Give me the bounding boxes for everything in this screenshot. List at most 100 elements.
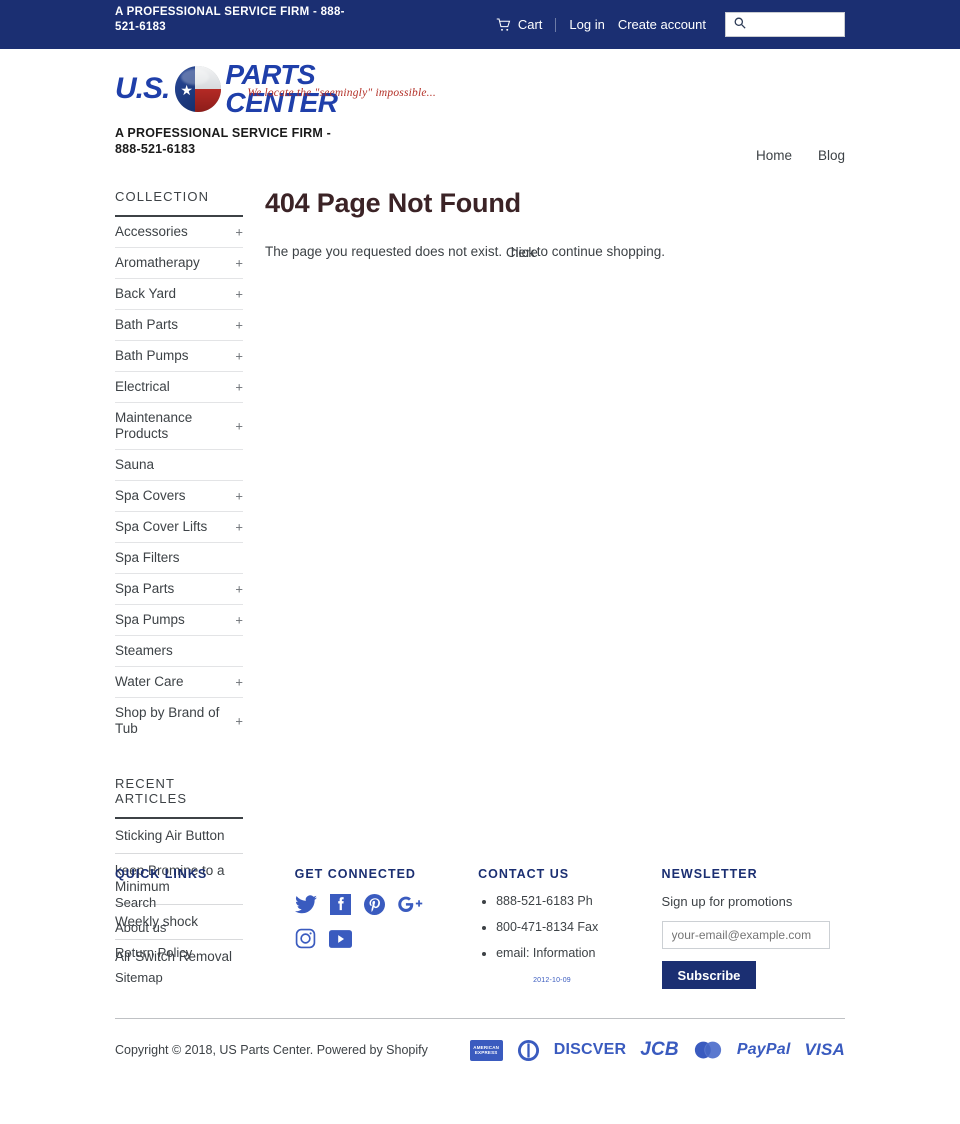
create-account-link[interactable]: Create account (618, 18, 706, 31)
main-content: 404 Page Not Found The page you requeste… (265, 188, 845, 261)
announcement-text: A PROFESSIONAL SERVICE FIRM - 888-521-61… (115, 6, 345, 33)
copyright-text: Copyright © 2018, US Parts Center. Power… (115, 1043, 428, 1057)
paypal-icon: PayPal (737, 1041, 791, 1059)
payment-icons-row: AMERICAN EXPRESS DISCVER JCB PayPal VISA (469, 1039, 845, 1062)
sidebar-item-back-yard[interactable]: Back Yard + (115, 279, 243, 310)
sidebar-link[interactable]: Bath Parts (115, 310, 243, 340)
quick-link-item[interactable]: Sitemap (115, 969, 295, 987)
sidebar-item-bath-parts[interactable]: Bath Parts + (115, 310, 243, 341)
instagram-icon[interactable] (295, 928, 316, 949)
page-body-text: The page you requested does not exist. C… (265, 243, 845, 261)
quick-link-sitemap[interactable]: Sitemap (115, 970, 163, 985)
site-header: U.S. PARTS CENTER We locate the "seeming… (115, 49, 845, 164)
youtube-icon[interactable] (328, 929, 352, 948)
texas-globe-icon (175, 66, 222, 112)
contact-fax: 800-471-8134 Fax (496, 920, 661, 935)
quick-links-title: Quick Links (115, 867, 208, 881)
quick-link-return-policy[interactable]: Return Policy (115, 945, 192, 960)
top-navigation: Cart Log in Create account (496, 0, 845, 49)
sidebar-link[interactable]: Spa Parts (115, 574, 243, 604)
newsletter-email-input[interactable] (661, 921, 830, 949)
amex-label: AMERICAN EXPRESS (473, 1045, 500, 1055)
sidebar-item-sauna[interactable]: Sauna (115, 450, 243, 481)
sidebar-link[interactable]: Steamers (115, 636, 243, 666)
login-link[interactable]: Log in (569, 18, 604, 31)
expand-plus-icon[interactable]: + (235, 381, 243, 394)
copyright-label: Copyright © 2018, US Parts Center. (115, 1043, 314, 1057)
logo-subtitle: A PROFESSIONAL SERVICE FIRM - 888-521-61… (115, 126, 332, 156)
expand-plus-icon[interactable]: + (235, 614, 243, 627)
sidebar-link[interactable]: Bath Pumps (115, 341, 243, 371)
sidebar-item-aromatherapy[interactable]: Aromatherapy + (115, 248, 243, 279)
sidebar-link[interactable]: Shop by Brand of Tub (115, 698, 243, 744)
error-link-group[interactable]: Clickherehere (506, 244, 538, 260)
sidebar-item-spa-parts[interactable]: Spa Parts + (115, 574, 243, 605)
jcb-label: JCB (640, 1039, 679, 1060)
powered-by-shopify-link[interactable]: Powered by Shopify (317, 1043, 428, 1057)
quick-link-item[interactable]: Search (115, 894, 295, 912)
sidebar-item-maintenance-products[interactable]: Maintenance Products + (115, 403, 243, 450)
sidebar-link[interactable]: Spa Pumps (115, 605, 243, 635)
sidebar-link[interactable]: Back Yard (115, 279, 243, 309)
sidebar-item-bath-pumps[interactable]: Bath Pumps + (115, 341, 243, 372)
expand-plus-icon[interactable]: + (235, 288, 243, 301)
mastercard-icon (693, 1040, 723, 1060)
sidebar-link[interactable]: Accessories (115, 217, 243, 247)
sidebar-item-electrical[interactable]: Electrical + (115, 372, 243, 403)
expand-plus-icon[interactable]: + (235, 521, 243, 534)
site-footer: Quick Links Search About us Return Polic… (115, 849, 845, 1081)
sidebar-item-steamers[interactable]: Steamers (115, 636, 243, 667)
expand-plus-icon[interactable]: + (235, 490, 243, 503)
sidebar-item-water-care[interactable]: Water Care + (115, 667, 243, 698)
diners-club-icon (517, 1039, 540, 1062)
sidebar-link[interactable]: Electrical (115, 372, 243, 402)
paypal-label: PayPal (736, 1041, 791, 1058)
newsletter-title: Newsletter (661, 867, 758, 881)
article-link[interactable]: Sticking Air Button (115, 819, 243, 853)
sidebar-link[interactable]: Sauna (115, 450, 243, 480)
sidebar-link[interactable]: Spa Covers (115, 481, 243, 511)
expand-plus-icon[interactable]: + (235, 319, 243, 332)
sidebar-item-spa-pumps[interactable]: Spa Pumps + (115, 605, 243, 636)
quick-link-search[interactable]: Search (115, 895, 156, 910)
logo-block[interactable]: U.S. PARTS CENTER We locate the "seeming… (115, 61, 436, 157)
quick-link-item[interactable]: Return Policy (115, 944, 295, 962)
search-input[interactable] (746, 14, 834, 35)
sidebar-item-spa-covers[interactable]: Spa Covers + (115, 481, 243, 512)
sidebar-item-spa-filters[interactable]: Spa Filters (115, 543, 243, 574)
contact-phone: 888-521-6183 Ph (496, 894, 661, 909)
sidebar-link[interactable]: Maintenance Products (115, 403, 243, 449)
googleplus-icon[interactable] (397, 895, 423, 914)
error-link-here[interactable]: here (511, 244, 538, 262)
twitter-icon[interactable] (294, 895, 317, 914)
pinterest-icon[interactable] (363, 894, 385, 915)
expand-plus-icon[interactable]: + (235, 715, 243, 728)
sidebar-link[interactable]: Spa Filters (115, 543, 243, 573)
quick-link-item[interactable]: About us (115, 919, 295, 937)
footer-quick-links: Quick Links Search About us Return Polic… (115, 867, 295, 994)
sidebar-link[interactable]: Water Care (115, 667, 243, 697)
sidebar-item-accessories[interactable]: Accessories + (115, 217, 243, 248)
sidebar-item-spa-cover-lifts[interactable]: Spa Cover Lifts + (115, 512, 243, 543)
expand-plus-icon[interactable]: + (235, 583, 243, 596)
logo[interactable]: U.S. PARTS CENTER We locate the "seeming… (115, 61, 436, 117)
logo-primary-text: U.S. (115, 72, 170, 105)
logo-tagline: We locate the "seemingly" impossible... (247, 87, 436, 99)
expand-plus-icon[interactable]: + (235, 226, 243, 239)
expand-plus-icon[interactable]: + (235, 257, 243, 270)
quick-links-list: Search About us Return Policy Sitemap (115, 894, 295, 987)
contact-email[interactable]: email: Information (496, 946, 661, 961)
sidebar-link[interactable]: Spa Cover Lifts (115, 512, 243, 542)
footer-newsletter: Newsletter Sign up for promotions Subscr… (661, 867, 845, 994)
sidebar-link[interactable]: Aromatherapy (115, 248, 243, 278)
sidebar-item-shop-by-brand-of-tub[interactable]: Shop by Brand of Tub + (115, 698, 243, 744)
quick-link-about-us[interactable]: About us (115, 920, 166, 935)
expand-plus-icon[interactable]: + (235, 676, 243, 689)
cart-link[interactable]: Cart (496, 17, 542, 32)
subscribe-button[interactable]: Subscribe (661, 961, 757, 989)
search-box[interactable] (725, 12, 845, 37)
body-text-before: The page you requested does not exist. (265, 243, 506, 259)
expand-plus-icon[interactable]: + (235, 350, 243, 363)
facebook-icon[interactable] (329, 894, 351, 915)
expand-plus-icon[interactable]: + (235, 420, 243, 433)
